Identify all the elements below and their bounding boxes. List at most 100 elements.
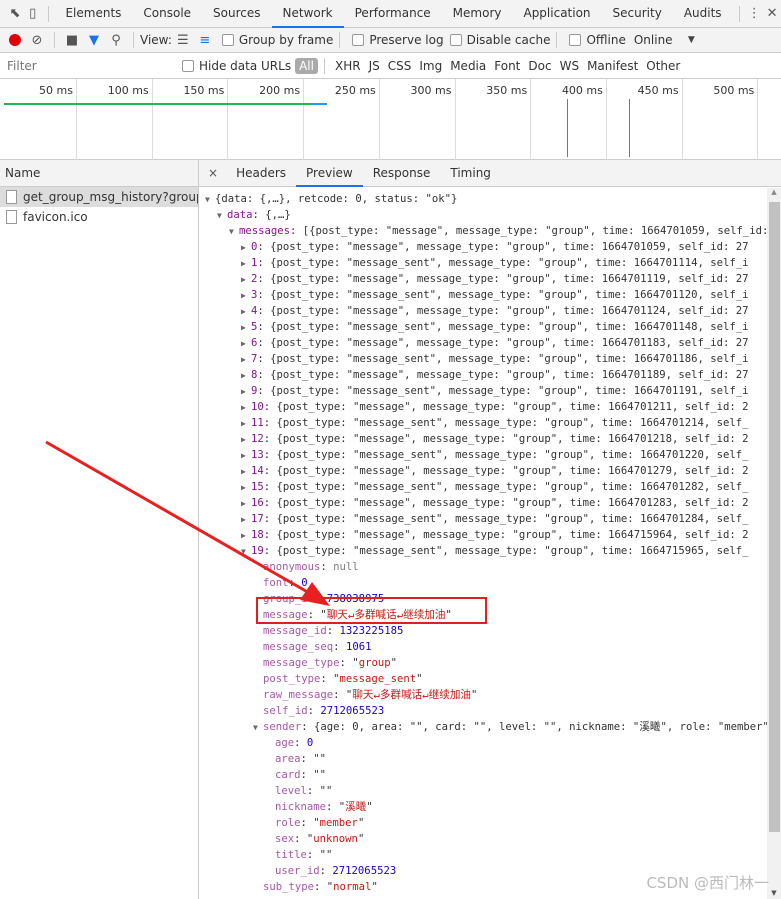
- tree-line[interactable]: ▶ 13: {post_type: "message_sent", message…: [199, 447, 767, 463]
- collapsed-triangle-icon[interactable]: ▶: [241, 400, 251, 416]
- collapsed-triangle-icon[interactable]: ▶: [241, 240, 251, 256]
- tree-line[interactable]: ▶ 10: {post_type: "message", message_type…: [199, 399, 767, 415]
- collapsed-triangle-icon[interactable]: ▶: [241, 512, 251, 528]
- collapsed-triangle-icon[interactable]: ▶: [241, 256, 251, 272]
- filter-type-media[interactable]: Media: [446, 58, 490, 74]
- tab-headers[interactable]: Headers: [226, 160, 296, 187]
- tree-line[interactable]: ▼ {data: {,…}, retcode: 0, status: "ok"}: [199, 191, 767, 207]
- collapsed-triangle-icon[interactable]: ▶: [241, 304, 251, 320]
- filter-type-css[interactable]: CSS: [384, 58, 416, 74]
- tree-line[interactable]: ▼ data: {,…}: [199, 207, 767, 223]
- filter-icon[interactable]: ▼: [83, 33, 105, 48]
- scroll-up-icon[interactable]: ▲: [767, 188, 781, 196]
- tree-line[interactable]: ▶ 0: {post_type: "message", message_type:…: [199, 239, 767, 255]
- expanded-triangle-icon[interactable]: ▼: [205, 192, 215, 208]
- tree-line[interactable]: ▶ 4: {post_type: "message", message_type:…: [199, 303, 767, 319]
- close-icon[interactable]: ✕: [763, 6, 781, 21]
- screenshot-camera-icon[interactable]: ■: [61, 33, 83, 48]
- collapsed-triangle-icon[interactable]: ▶: [241, 336, 251, 352]
- large-rows-icon[interactable]: ☰: [172, 33, 194, 48]
- clear-icon[interactable]: ⊘: [26, 33, 48, 48]
- collapsed-triangle-icon[interactable]: ▶: [241, 368, 251, 384]
- scrollbar[interactable]: ▲ ▼: [767, 188, 781, 899]
- collapsed-triangle-icon[interactable]: ▶: [241, 480, 251, 496]
- collapsed-triangle-icon[interactable]: ▶: [241, 496, 251, 512]
- throttle-select[interactable]: Online: [634, 33, 694, 47]
- tree-line[interactable]: ▶ 15: {post_type: "message_sent", message…: [199, 479, 767, 495]
- tree-line[interactable]: ▼ sender: {age: 0, area: "", card: "", le…: [199, 719, 767, 735]
- expanded-triangle-icon[interactable]: ▼: [241, 544, 251, 560]
- tree-line[interactable]: ▼ messages: [{post_type: "message", messa…: [199, 223, 767, 239]
- collapsed-triangle-icon[interactable]: ▶: [241, 272, 251, 288]
- tree-line[interactable]: ▼ 19: {post_type: "message_sent", message…: [199, 543, 767, 559]
- collapsed-triangle-icon[interactable]: ▶: [241, 464, 251, 480]
- request-row[interactable]: favicon.ico: [0, 207, 198, 227]
- tab-performance[interactable]: Performance: [344, 0, 442, 28]
- tree-line[interactable]: ▶ 18: {post_type: "message", message_type…: [199, 527, 767, 543]
- tab-network[interactable]: Network: [271, 0, 344, 28]
- expanded-triangle-icon[interactable]: ▼: [229, 224, 239, 240]
- preserve-log-checkbox[interactable]: [352, 34, 365, 46]
- offline-checkbox[interactable]: [569, 34, 582, 46]
- tab-audits[interactable]: Audits: [673, 0, 733, 28]
- filter-type-img[interactable]: Img: [415, 58, 446, 74]
- tree-line[interactable]: ▶ 3: {post_type: "message_sent", message_…: [199, 287, 767, 303]
- tree-line[interactable]: ▶ 2: {post_type: "message", message_type:…: [199, 271, 767, 287]
- collapsed-triangle-icon[interactable]: ▶: [241, 432, 251, 448]
- tree-line[interactable]: ▶ 12: {post_type: "message", message_type…: [199, 431, 767, 447]
- tree-line[interactable]: ▶ 8: {post_type: "message", message_type:…: [199, 367, 767, 383]
- collapsed-triangle-icon[interactable]: ▶: [241, 448, 251, 464]
- scrollbar-thumb[interactable]: [769, 202, 780, 832]
- collapsed-triangle-icon[interactable]: ▶: [241, 288, 251, 304]
- tree-line[interactable]: ▶ 11: {post_type: "message_sent", message…: [199, 415, 767, 431]
- collapsed-triangle-icon[interactable]: ▶: [241, 320, 251, 336]
- filter-type-ws[interactable]: WS: [556, 58, 583, 74]
- filter-type-xhr[interactable]: XHR: [331, 58, 365, 74]
- filter-input[interactable]: [4, 55, 172, 76]
- collapsed-triangle-icon[interactable]: ▶: [241, 384, 251, 400]
- more-options-icon[interactable]: ⋮: [745, 6, 763, 21]
- collapsed-triangle-icon[interactable]: ▶: [241, 416, 251, 432]
- filter-type-all[interactable]: All: [295, 57, 318, 74]
- filter-type-doc[interactable]: Doc: [524, 58, 555, 74]
- tab-console[interactable]: Console: [132, 0, 202, 28]
- request-row[interactable]: get_group_msg_history?group...: [0, 187, 198, 207]
- tree-line[interactable]: ▶ 16: {post_type: "message", message_type…: [199, 495, 767, 511]
- filter-type-manifest[interactable]: Manifest: [583, 58, 642, 74]
- inspect-element-icon[interactable]: ⬉: [6, 6, 24, 21]
- tree-line[interactable]: ▶ 14: {post_type: "message", message_type…: [199, 463, 767, 479]
- tree-line[interactable]: ▶ 9: {post_type: "message_sent", message_…: [199, 383, 767, 399]
- scroll-down-icon[interactable]: ▼: [767, 889, 781, 897]
- timeline-overview[interactable]: 50 ms 100 ms 150 ms 200 ms 250 ms 300 ms 350 m…: [0, 79, 781, 160]
- tree-line[interactable]: ▶ 5: {post_type: "message_sent", message_…: [199, 319, 767, 335]
- tab-memory[interactable]: Memory: [442, 0, 513, 28]
- expanded-triangle-icon[interactable]: ▼: [253, 720, 263, 736]
- expanded-triangle-icon[interactable]: ▼: [217, 208, 227, 224]
- device-toolbar-icon[interactable]: ▯: [24, 6, 42, 21]
- tree-line[interactable]: ▶ 6: {post_type: "message", message_type:…: [199, 335, 767, 351]
- filter-type-other[interactable]: Other: [642, 58, 684, 74]
- waterfall-icon[interactable]: ≡: [194, 33, 216, 48]
- filter-type-font[interactable]: Font: [490, 58, 524, 74]
- hide-data-urls-checkbox[interactable]: [182, 59, 194, 72]
- tab-response[interactable]: Response: [363, 160, 441, 187]
- tree-line[interactable]: ▶ 1: {post_type: "message_sent", message_…: [199, 255, 767, 271]
- disable-cache-checkbox[interactable]: [449, 34, 462, 46]
- collapsed-triangle-icon[interactable]: ▶: [241, 352, 251, 368]
- search-icon[interactable]: ⚲: [105, 33, 127, 48]
- group-by-frame-checkbox[interactable]: [221, 34, 234, 46]
- tab-security[interactable]: Security: [602, 0, 673, 28]
- chevron-down-icon[interactable]: ▼: [688, 35, 695, 45]
- tab-application[interactable]: Application: [512, 0, 601, 28]
- filter-type-js[interactable]: JS: [365, 58, 384, 74]
- record-button[interactable]: [4, 34, 26, 46]
- collapsed-triangle-icon[interactable]: ▶: [241, 528, 251, 544]
- tab-timing[interactable]: Timing: [440, 160, 501, 187]
- tree-line[interactable]: ▶ 17: {post_type: "message_sent", message…: [199, 511, 767, 527]
- tree-line[interactable]: ▶ 7: {post_type: "message_sent", message_…: [199, 351, 767, 367]
- close-icon[interactable]: ×: [199, 166, 226, 180]
- tab-sources[interactable]: Sources: [202, 0, 271, 28]
- tab-preview[interactable]: Preview: [296, 160, 363, 187]
- name-column-header[interactable]: Name: [0, 160, 198, 187]
- tab-elements[interactable]: Elements: [54, 0, 132, 28]
